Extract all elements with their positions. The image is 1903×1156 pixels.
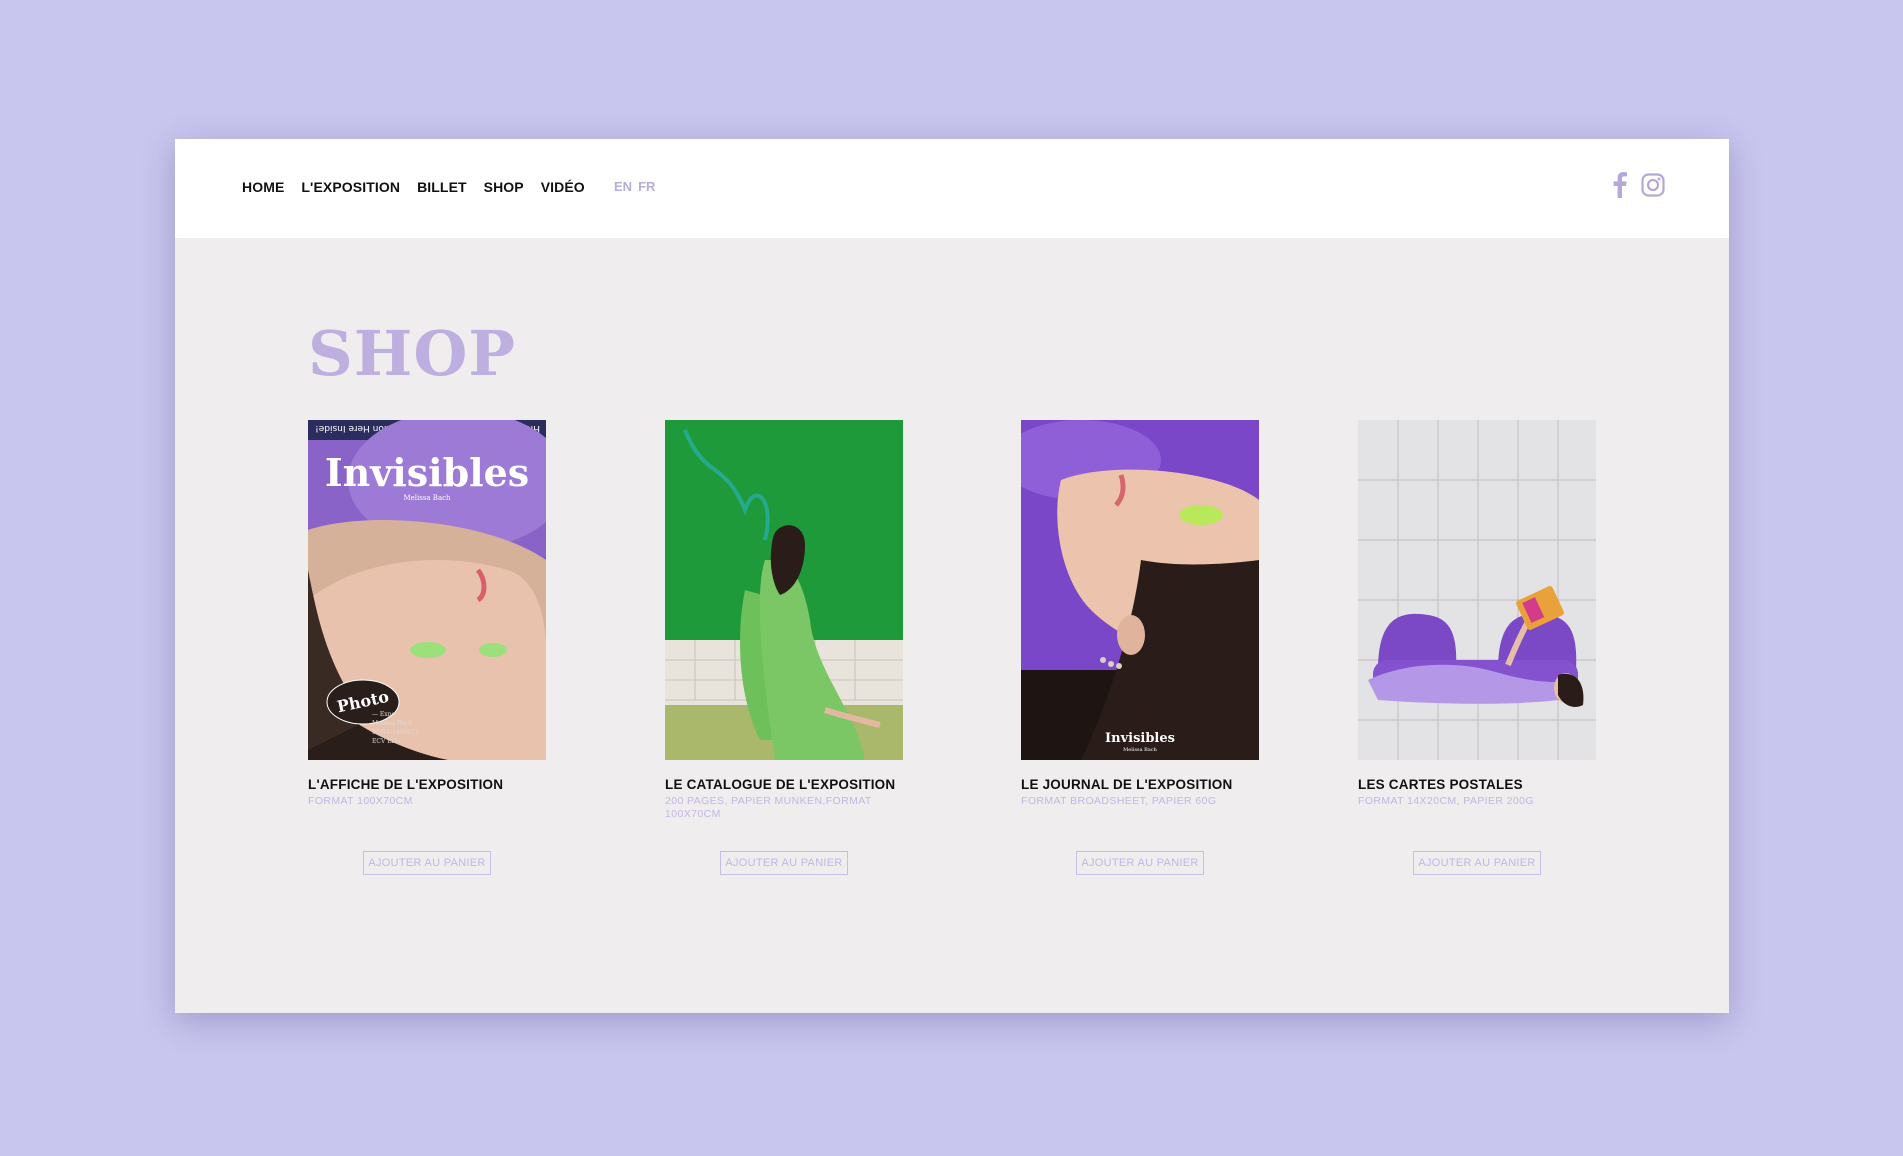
product-card-affiche: HN BIEBEL Hey & Hair-Related Action Here…: [308, 420, 546, 808]
product-title: LES CARTES POSTALES: [1358, 777, 1523, 792]
product-title: L'AFFICHE DE L'EXPOSITION: [308, 777, 504, 792]
product-subtitle: FORMAT 100X70CM: [308, 795, 413, 807]
product-image-catalogue[interactable]: [665, 420, 903, 760]
main-nav: HOME L'EXPOSITION BILLET SHOP VIDÉO: [242, 179, 585, 195]
product-card-journal: Invisibles Melissa Bach LE JOURNAL DE L'…: [1021, 420, 1259, 808]
poster-detail-4: ECV Lille: [372, 738, 401, 745]
product-image-affiche[interactable]: HN BIEBEL Hey & Hair-Related Action Here…: [308, 420, 546, 760]
nav-shop[interactable]: SHOP: [484, 179, 524, 195]
social-links: [1613, 172, 1665, 203]
instagram-icon[interactable]: [1641, 173, 1665, 202]
product-subtitle: FORMAT 14X20CM, PAPIER 200G: [1358, 795, 1534, 807]
facebook-icon[interactable]: [1613, 172, 1627, 203]
nav-exposition[interactable]: L'EXPOSITION: [301, 179, 400, 195]
add-to-cart-button-affiche[interactable]: AJOUTER AU PANIER: [363, 851, 491, 875]
lang-en[interactable]: EN: [614, 179, 632, 194]
poster-author: Melissa Bach: [403, 494, 451, 502]
language-switcher: EN FR: [614, 179, 655, 194]
journal-author: Melissa Bach: [1123, 747, 1157, 753]
product-subtitle: 200 PAGES, PAPIER MUNKEN,FORMAT 100X70CM: [665, 795, 872, 820]
poster-detail-3: 03/03–14/04/21: [372, 729, 419, 736]
nav-home[interactable]: HOME: [242, 179, 284, 195]
poster-detail-2: Melissa Bach: [372, 720, 413, 727]
product-card-cartes: LES CARTES POSTALES FORMAT 14X20CM, PAPI…: [1358, 420, 1596, 808]
product-image-cartes[interactable]: [1358, 420, 1596, 760]
nav-billet[interactable]: BILLET: [417, 179, 467, 195]
product-subtitle: FORMAT BROADSHEET, PAPIER 60G: [1021, 795, 1217, 807]
journal-title: Invisibles: [1105, 731, 1175, 746]
product-title: LE JOURNAL DE L'EXPOSITION: [1021, 777, 1233, 792]
site-header: HOME L'EXPOSITION BILLET SHOP VIDÉO EN F…: [175, 139, 1729, 238]
add-to-cart-button-catalogue[interactable]: AJOUTER AU PANIER: [720, 851, 848, 875]
browser-window: HOME L'EXPOSITION BILLET SHOP VIDÉO EN F…: [175, 139, 1729, 1013]
add-to-cart-button-journal[interactable]: AJOUTER AU PANIER: [1076, 851, 1204, 875]
poster-detail-1: — Expo: [372, 711, 396, 718]
poster-title: Invisibles: [325, 450, 529, 495]
page-title: SHOP: [308, 317, 516, 390]
nav-video[interactable]: VIDÉO: [541, 179, 585, 195]
product-image-journal[interactable]: Invisibles Melissa Bach: [1021, 420, 1259, 760]
product-card-catalogue: LE CATALOGUE DE L'EXPOSITION 200 PAGES, …: [665, 420, 903, 821]
product-title: LE CATALOGUE DE L'EXPOSITION: [665, 777, 896, 792]
add-to-cart-button-cartes[interactable]: AJOUTER AU PANIER: [1413, 851, 1541, 875]
lang-fr[interactable]: FR: [638, 179, 655, 194]
